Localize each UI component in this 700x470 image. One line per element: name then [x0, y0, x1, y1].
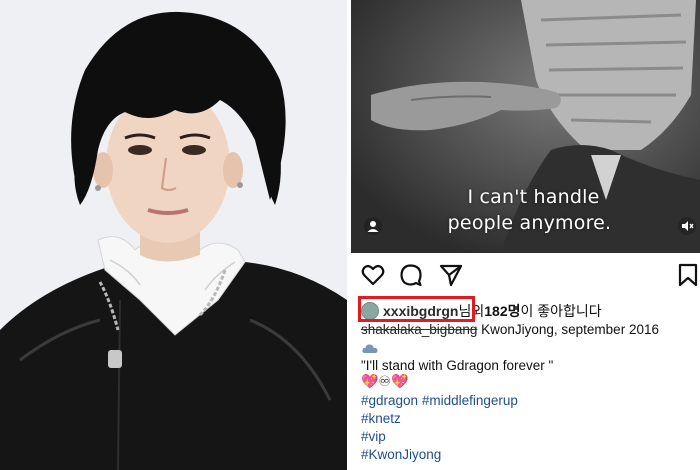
highlight-box [358, 296, 475, 322]
caption-text: KwonJiyong, september 2016 [477, 322, 659, 337]
post-video[interactable]: I can't handle people anymore. [351, 0, 700, 253]
comment-icon[interactable] [398, 262, 424, 288]
hashtag-link[interactable]: #gdragon [361, 393, 418, 408]
hashtag-row: #gdragon #middlefingerup [361, 393, 518, 408]
cloud-icon [362, 341, 378, 354]
hashtag-link[interactable]: #KwonJiyong [361, 447, 441, 462]
caption-author[interactable]: shakalaka_bigbang [361, 322, 477, 337]
heart-icon[interactable] [360, 262, 386, 288]
likes-end: 이 좋아합니다 [520, 303, 602, 319]
hashtag-link[interactable]: #knetz [361, 411, 401, 426]
send-icon[interactable] [438, 262, 464, 288]
hashtag-link[interactable]: #vip [361, 429, 386, 444]
caption-line: shakalaka_bigbang KwonJiyong, september … [361, 322, 659, 337]
portrait-illustration [0, 0, 347, 470]
likes-summary: xxxibgdrgn 님 외 182명 이 좋아합니다 [358, 296, 602, 322]
hashtag-row: #KwonJiyong [361, 447, 441, 462]
mute-icon[interactable] [678, 217, 696, 235]
bookmark-icon[interactable] [675, 262, 700, 288]
video-subtitle-line2: people anymore. [447, 212, 612, 234]
post-actions [351, 262, 700, 290]
hashtag-link[interactable]: #middlefingerup [422, 393, 518, 408]
instagram-post: I can't handle people anymore. xxxibgdrg… [351, 0, 700, 470]
person-icon[interactable] [364, 217, 382, 235]
hashtag-row: #knetz [361, 411, 401, 426]
portrait-photo [0, 0, 347, 470]
caption-emojis: 💖♾💖 [361, 373, 409, 389]
video-subtitle-line1: I can't handle [467, 186, 600, 208]
likes-count[interactable]: 182명 [484, 301, 520, 321]
hashtag-row: #vip [361, 429, 386, 444]
caption-quote: "I'll stand with Gdragon forever " [361, 358, 554, 373]
